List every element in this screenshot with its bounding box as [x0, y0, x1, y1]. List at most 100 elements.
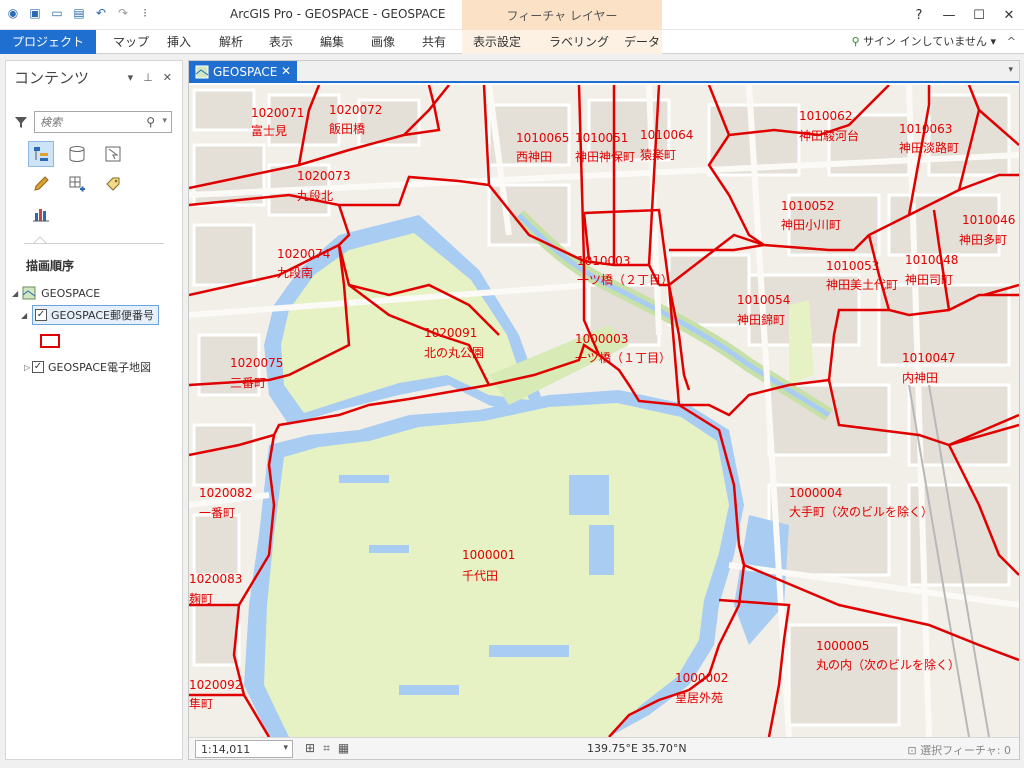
zone-code-label: 1000001: [462, 548, 515, 562]
tab-map[interactable]: マップ: [113, 30, 149, 54]
map-status-bar: 1:14,011 ▾ ⊞ ⌗ ▦ 139.75°E 35.70°N ⊡ 選択フィ…: [189, 737, 1019, 759]
list-charts-icon[interactable]: [28, 201, 54, 227]
zone-code-label: 1010046: [962, 213, 1015, 227]
tab-appearance[interactable]: 表示設定: [473, 30, 521, 54]
list-by-drawing-order-icon[interactable]: [28, 141, 54, 167]
contents-pane: コンテンツ ▾ ⊥ ✕ 検索 ⚲ ▾ 描画順序 ◢ GEOSPACE ◢ ✓ G…: [5, 60, 183, 760]
map-svg[interactable]: 1020071 富士見 1020072 飯田橋 1020073 九段北 1010…: [189, 85, 1019, 737]
table-icon[interactable]: ▦: [338, 741, 349, 756]
redo-icon[interactable]: ↷: [114, 4, 132, 22]
list-by-editing-icon[interactable]: [28, 171, 54, 197]
zone-name-label: 神田錦町: [737, 312, 785, 327]
tab-labeling[interactable]: ラベリング: [549, 30, 609, 54]
zone-name-label: 一ツ橋（１丁目）: [575, 351, 671, 365]
symbol-swatch[interactable]: [40, 334, 60, 348]
search-icon[interactable]: ⚲: [146, 115, 155, 129]
list-by-labeling-icon[interactable]: [100, 171, 126, 197]
tree-item-layer-basemap[interactable]: ▷ ✓ GEOSPACE電子地図: [24, 357, 151, 377]
zone-code-label: 1020091: [424, 326, 477, 340]
sign-in-status[interactable]: ⚲ サイン インしていません ▾: [852, 30, 996, 54]
tree-item-layer-postal[interactable]: ◢ ✓ GEOSPACE郵便番号: [21, 305, 160, 325]
chevron-down-icon[interactable]: ▾: [162, 116, 167, 126]
contextual-tab-header: フィーチャ レイヤー: [462, 0, 662, 30]
zone-code-label: 1010062: [799, 109, 852, 123]
expand-triangle-icon[interactable]: ▷: [24, 363, 30, 372]
undo-icon[interactable]: ↶: [92, 4, 110, 22]
zone-code-label: 1020074: [277, 247, 330, 261]
list-by-data-source-icon[interactable]: [64, 141, 90, 167]
map-canvas[interactable]: 1020071 富士見 1020072 飯田橋 1020073 九段北 1010…: [189, 85, 1019, 737]
collapse-triangle-icon[interactable]: ◢: [12, 289, 18, 298]
zone-code-label: 1000002: [675, 671, 728, 685]
scale-selector[interactable]: 1:14,011 ▾: [195, 740, 293, 758]
save-icon[interactable]: ▤: [70, 4, 88, 22]
tree-item-map[interactable]: ◢ GEOSPACE: [12, 283, 100, 303]
zone-code-label: 1010052: [781, 199, 834, 213]
title-bar: ◉ ▣ ▭ ▤ ↶ ↷ ⁝ ArcGIS Pro - GEOSPACE - GE…: [0, 0, 1024, 30]
collapse-triangle-icon[interactable]: ◢: [21, 311, 27, 320]
map-icon: [195, 65, 209, 79]
layer-visibility-checkbox[interactable]: ✓: [35, 309, 47, 321]
window-title: ArcGIS Pro - GEOSPACE - GEOSPACE: [230, 7, 446, 21]
list-by-selection-icon[interactable]: [100, 141, 126, 167]
maximize-button[interactable]: ☐: [964, 0, 994, 30]
selection-icon: ⊡: [907, 744, 917, 757]
chevron-down-icon[interactable]: ▾: [283, 743, 288, 753]
tab-imagery[interactable]: 画像: [371, 30, 395, 54]
zone-name-label: 神田小川町: [781, 218, 841, 232]
pin-icon[interactable]: ⊥: [143, 71, 153, 84]
layer-visibility-checkbox[interactable]: ✓: [32, 361, 44, 373]
pane-controls: ▾ ⊥ ✕: [128, 71, 172, 84]
zone-name-label: 神田司町: [905, 273, 953, 287]
zone-name-label: 皇居外苑: [675, 691, 723, 705]
minimize-button[interactable]: —: [934, 0, 964, 30]
arcgis-logo-icon[interactable]: ◉: [4, 4, 22, 22]
help-button[interactable]: ?: [904, 0, 934, 30]
pane-title: コンテンツ: [14, 69, 90, 87]
tab-project[interactable]: プロジェクト: [0, 30, 96, 54]
grid-icon[interactable]: ⊞: [305, 741, 315, 756]
zone-name-label: 麹町: [189, 591, 213, 606]
search-input[interactable]: 検索 ⚲ ▾: [34, 111, 172, 133]
tab-share[interactable]: 共有: [422, 30, 446, 54]
tab-edit[interactable]: 編集: [320, 30, 344, 54]
zone-code-label: 1020075: [230, 356, 283, 370]
zone-code-label: 1020072: [329, 103, 382, 117]
scale-value: 1:14,011: [201, 742, 251, 756]
zone-name-label: 神田多町: [959, 233, 1007, 247]
zone-name-label: 神田駿河台: [799, 128, 859, 143]
layer-name: GEOSPACE郵便番号: [51, 309, 155, 322]
filter-row: 検索 ⚲ ▾: [14, 111, 172, 133]
collapse-ribbon-button[interactable]: ^: [1007, 35, 1016, 48]
zone-name-label: 九段北: [297, 188, 333, 203]
zone-name-label: 猿楽町: [640, 147, 676, 162]
tab-analysis[interactable]: 解析: [219, 30, 243, 54]
open-project-icon[interactable]: ▭: [48, 4, 66, 22]
list-by-snapping-icon[interactable]: [64, 171, 90, 197]
close-pane-button[interactable]: ✕: [163, 71, 172, 84]
new-project-icon[interactable]: ▣: [26, 4, 44, 22]
zone-name-label: 北の丸公園: [424, 346, 484, 360]
selected-features-label: 選択フィーチャ: 0: [920, 744, 1011, 757]
filter-icon[interactable]: [14, 115, 28, 129]
selected-features-count[interactable]: ⊡ 選択フィーチャ: 0: [907, 742, 1011, 758]
zone-code-label: 1010051: [575, 131, 628, 145]
user-icon: ⚲: [851, 35, 860, 48]
tab-insert[interactable]: 挿入: [167, 30, 191, 54]
close-tab-button[interactable]: ✕: [281, 64, 291, 78]
zone-code-label: 1010048: [905, 253, 958, 267]
tab-data[interactable]: データ: [624, 30, 660, 54]
map-tab-label: GEOSPACE: [213, 65, 278, 79]
zone-code-label: 1020073: [297, 169, 350, 183]
pane-options-button[interactable]: ▾: [128, 71, 134, 84]
window-controls: ? — ☐ ✕: [904, 0, 1024, 30]
tab-list-button[interactable]: ▾: [1008, 65, 1013, 75]
customize-qat-icon[interactable]: ⁝: [136, 4, 154, 22]
zone-name-label: 一ツ橋（２丁目）: [577, 273, 673, 287]
tab-view[interactable]: 表示: [269, 30, 293, 54]
close-button[interactable]: ✕: [994, 0, 1024, 30]
coordinate-icon[interactable]: ⌗: [323, 741, 330, 756]
zone-name-label: 富士見: [251, 123, 287, 138]
search-placeholder: 検索: [40, 116, 62, 129]
tab-map-view[interactable]: GEOSPACE ✕: [189, 61, 297, 83]
